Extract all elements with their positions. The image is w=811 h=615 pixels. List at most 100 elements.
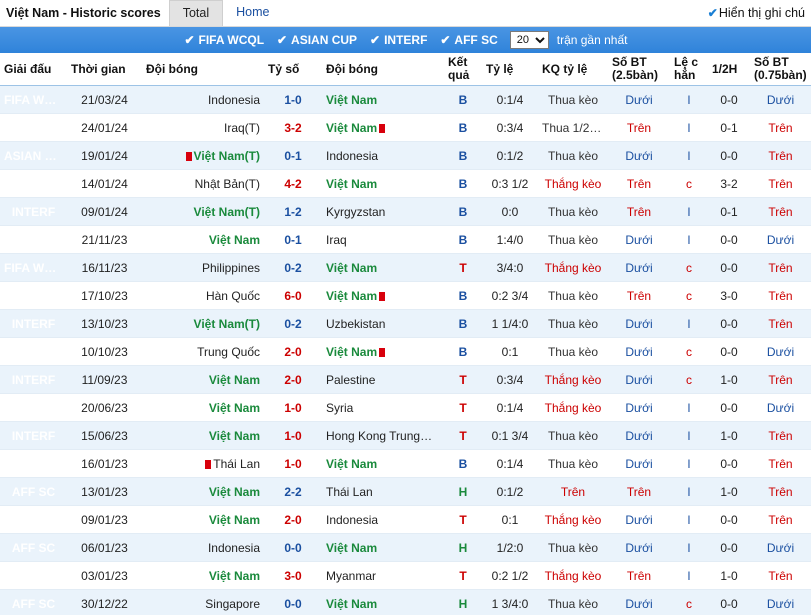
- cell-home-team[interactable]: Việt Nam(T): [142, 141, 264, 170]
- cell-score[interactable]: 0-1: [264, 225, 322, 254]
- cell-away-team[interactable]: Indonesia: [322, 141, 444, 170]
- table-row[interactable]: INTERF 15/06/23 Việt Nam 1-0 Hong Kong Trung…: [0, 421, 811, 450]
- cell-home-team[interactable]: Việt Nam: [142, 421, 264, 450]
- cell-home-team[interactable]: Iraq(T): [142, 113, 264, 142]
- cell-away-team[interactable]: Syria: [322, 393, 444, 422]
- cell-score[interactable]: 1-0: [264, 449, 322, 478]
- table-row[interactable]: ASIAN CUP 19/01/24 Việt Nam(T) 0-1 Indonesia…: [0, 141, 811, 170]
- cell-score[interactable]: 1-2: [264, 197, 322, 226]
- show-notes-toggle[interactable]: ✔ Hiển thị ghi chú: [701, 0, 811, 26]
- cell-score[interactable]: 1-0: [264, 421, 322, 450]
- cell-home-team[interactable]: Việt Nam: [142, 561, 264, 590]
- cell-home-team[interactable]: Việt Nam(T): [142, 197, 264, 226]
- table-row[interactable]: INTERF 10/10/23 Trung Quốc 2-0 Việt Nam B 0:1 T…: [0, 337, 811, 366]
- tab-home[interactable]: Home: [223, 0, 282, 26]
- table-row[interactable]: ASIAN CUP 24/01/24 Iraq(T) 3-2 Việt Nam B 0:3/…: [0, 113, 811, 142]
- filter-aff-sc[interactable]: ✔ AFF SC: [439, 33, 497, 47]
- filter-asian-cup[interactable]: ✔ ASIAN CUP: [276, 33, 357, 47]
- cell-score[interactable]: 2-2: [264, 477, 322, 506]
- col-halftime[interactable]: 1/2H: [708, 53, 750, 86]
- match-count-select[interactable]: 10203050: [509, 31, 549, 49]
- table-row[interactable]: INTERF 20/06/23 Việt Nam 1-0 Syria T 0:1/4 Thắn…: [0, 393, 811, 422]
- col-away-team[interactable]: Đội bóng: [322, 53, 444, 86]
- cell-away-team[interactable]: Kyrgyzstan: [322, 197, 444, 226]
- table-row[interactable]: INTERF 11/09/23 Việt Nam 2-0 Palestine T 0:3/4…: [0, 365, 811, 394]
- cell-score[interactable]: 0-2: [264, 253, 322, 282]
- col-time[interactable]: Thời gian: [67, 53, 142, 86]
- filter-fifa-wcql[interactable]: ✔ FIFA WCQL: [184, 33, 264, 47]
- cell-away-team[interactable]: Việt Nam: [322, 337, 444, 366]
- cell-away-team[interactable]: Myanmar: [322, 561, 444, 590]
- col-handicap-result[interactable]: KQ tỷ lệ: [538, 53, 608, 86]
- cell-away-team[interactable]: Việt Nam: [322, 85, 444, 114]
- checkbox-icon[interactable]: ✔: [276, 34, 288, 46]
- cell-home-team[interactable]: Hàn Quốc: [142, 281, 264, 310]
- cell-away-team[interactable]: Hong Kong TrungQuốc: [322, 421, 444, 450]
- table-row[interactable]: INTERF 09/01/24 Việt Nam(T) 1-2 Kyrgyzstan B 0…: [0, 197, 811, 226]
- filter-interf[interactable]: ✔ INTERF: [369, 33, 427, 47]
- cell-away-team[interactable]: Việt Nam: [322, 281, 444, 310]
- cell-score[interactable]: 2-0: [264, 505, 322, 534]
- cell-home-team[interactable]: Indonesia: [142, 85, 264, 114]
- cell-away-team[interactable]: Việt Nam: [322, 589, 444, 615]
- col-ou-075[interactable]: Số BT (0.75bàn): [750, 53, 811, 86]
- checkbox-icon[interactable]: ✔: [369, 34, 381, 46]
- cell-away-team[interactable]: Việt Nam: [322, 449, 444, 478]
- cell-away-team[interactable]: Uzbekistan: [322, 309, 444, 338]
- table-row[interactable]: FIFA WCQL 21/11/23 Việt Nam 0-1 Iraq B 1:4/0 Th…: [0, 225, 811, 254]
- col-ou-25[interactable]: Số BT (2.5bàn): [608, 53, 670, 86]
- col-score[interactable]: Tỷ số: [264, 53, 322, 86]
- table-row[interactable]: AFF SC 30/12/22 Singapore 0-0 Việt Nam H 1 3/4…: [0, 589, 811, 615]
- col-home-team[interactable]: Đội bóng: [142, 53, 264, 86]
- col-league[interactable]: Giải đấu: [0, 53, 67, 86]
- cell-home-team[interactable]: Singapore: [142, 589, 264, 615]
- table-row[interactable]: AFF SC 06/01/23 Indonesia 0-0 Việt Nam H 1/2:0…: [0, 533, 811, 562]
- cell-score[interactable]: 0-1: [264, 141, 322, 170]
- cell-away-team[interactable]: Palestine: [322, 365, 444, 394]
- cell-score[interactable]: 3-0: [264, 561, 322, 590]
- cell-home-team[interactable]: Việt Nam: [142, 477, 264, 506]
- cell-away-team[interactable]: Thái Lan: [322, 477, 444, 506]
- cell-score[interactable]: 6-0: [264, 281, 322, 310]
- cell-score[interactable]: 2-0: [264, 337, 322, 366]
- cell-home-team[interactable]: Việt Nam: [142, 225, 264, 254]
- cell-away-team[interactable]: Việt Nam: [322, 253, 444, 282]
- col-handicap[interactable]: Tỷ lệ: [482, 53, 538, 86]
- cell-away-team[interactable]: Việt Nam: [322, 533, 444, 562]
- cell-home-team[interactable]: Thái Lan: [142, 449, 264, 478]
- scores-table-container[interactable]: Giải đấu Thời gian Đội bóng Tỷ số Đội bó…: [0, 53, 811, 615]
- cell-score[interactable]: 0-0: [264, 533, 322, 562]
- cell-home-team[interactable]: Trung Quốc: [142, 337, 264, 366]
- table-row[interactable]: FIFA WCQL 21/03/24 Indonesia 1-0 Việt Nam B 0:…: [0, 85, 811, 114]
- checkbox-icon[interactable]: ✔: [707, 7, 719, 19]
- table-row[interactable]: INTERF 17/10/23 Hàn Quốc 6-0 Việt Nam B 0:2 3/…: [0, 281, 811, 310]
- cell-score[interactable]: 1-0: [264, 393, 322, 422]
- cell-score[interactable]: 4-2: [264, 169, 322, 198]
- cell-score[interactable]: 0-2: [264, 309, 322, 338]
- table-row[interactable]: AFF SC 13/01/23 Việt Nam 2-2 Thái Lan H 0:1/2 T…: [0, 477, 811, 506]
- table-row[interactable]: AFF SC 16/01/23 Thái Lan 1-0 Việt Nam B 0:1/4 T…: [0, 449, 811, 478]
- cell-home-team[interactable]: Indonesia: [142, 533, 264, 562]
- cell-away-team[interactable]: Việt Nam: [322, 169, 444, 198]
- cell-home-team[interactable]: Nhật Bản(T): [142, 169, 264, 198]
- cell-score[interactable]: 0-0: [264, 589, 322, 615]
- table-row[interactable]: FIFA WCQL 16/11/23 Philippines 0-2 Việt Nam T…: [0, 253, 811, 282]
- table-row[interactable]: AFF SC 03/01/23 Việt Nam 3-0 Myanmar T 0:2 1/2…: [0, 561, 811, 590]
- checkbox-icon[interactable]: ✔: [439, 34, 451, 46]
- cell-home-team[interactable]: Việt Nam: [142, 505, 264, 534]
- cell-home-team[interactable]: Việt Nam(T): [142, 309, 264, 338]
- cell-score[interactable]: 2-0: [264, 365, 322, 394]
- cell-score[interactable]: 1-0: [264, 85, 322, 114]
- table-row[interactable]: ASIAN CUP 14/01/24 Nhật Bản(T) 4-2 Việt Nam B…: [0, 169, 811, 198]
- cell-home-team[interactable]: Philippines: [142, 253, 264, 282]
- cell-away-team[interactable]: Việt Nam: [322, 113, 444, 142]
- col-result[interactable]: Kết quả: [444, 53, 482, 86]
- cell-away-team[interactable]: Iraq: [322, 225, 444, 254]
- cell-home-team[interactable]: Việt Nam: [142, 393, 264, 422]
- cell-home-team[interactable]: Việt Nam: [142, 365, 264, 394]
- cell-score[interactable]: 3-2: [264, 113, 322, 142]
- cell-away-team[interactable]: Indonesia: [322, 505, 444, 534]
- col-lech[interactable]: Lệ c hẳn: [670, 53, 708, 86]
- table-row[interactable]: AFF SC 09/01/23 Việt Nam 2-0 Indonesia T 0:1 Th…: [0, 505, 811, 534]
- checkbox-icon[interactable]: ✔: [184, 34, 196, 46]
